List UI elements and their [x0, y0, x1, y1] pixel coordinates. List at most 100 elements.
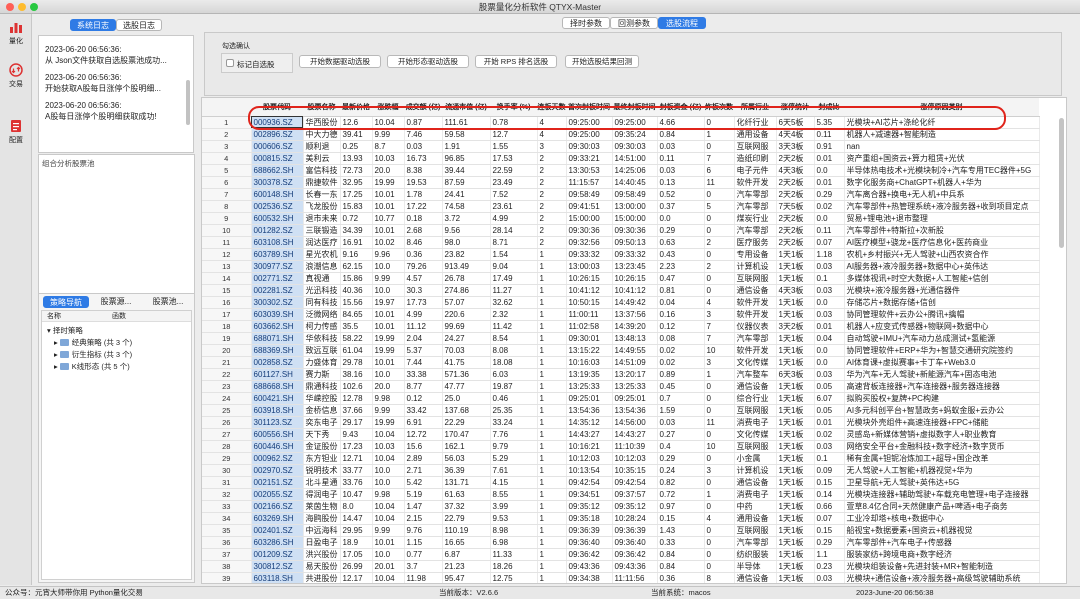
table-row[interactable]: 39 603118.SH 共进股份 12.17 10.04 11.98 95.47 12.75… [202, 572, 1040, 583]
col-name: 名称 [47, 313, 61, 320]
table-row[interactable]: 2 002896.SZ 中大力德 39.41 9.99 7.46 59.58 12.7 4 09:… [202, 128, 1040, 141]
column-header[interactable]: 最新价格 [340, 98, 372, 117]
table-cell: 1天1板 [776, 428, 815, 441]
table-cell: 协同管理软件+ERP+华为+智慧交通研究院签约 [844, 344, 1040, 357]
column-header[interactable]: 换手率 (%) [490, 98, 537, 117]
table-cell: 10.0 [372, 368, 405, 381]
table-scrollbar[interactable] [1059, 118, 1064, 248]
column-header[interactable]: 所属行业 [734, 98, 776, 117]
table-cell: 23.61 [490, 200, 538, 213]
table-cell: 11:10:39 [612, 440, 658, 453]
table-row[interactable]: 38 300812.SZ 易天股份 26.99 20.01 3.7 21.23 18.26 1 0… [202, 560, 1040, 573]
table-row[interactable]: 28 600446.SH 金证股份 17.23 10.03 15.6 162.1 9.79 1 1… [202, 440, 1040, 453]
column-header[interactable]: 流通市值 (亿) [442, 98, 490, 117]
tree-root[interactable]: ▾ 择时策略 [47, 325, 83, 336]
table-row[interactable]: 26 301123.SZ 奕东电子 29.17 19.99 6.91 22.29 33.24 1… [202, 416, 1040, 429]
table-row[interactable]: 11 603108.SH 润达医疗 16.91 10.02 8.46 98.0 8.71 2 09… [202, 236, 1040, 249]
table-row[interactable]: 27 600556.SH 天下秀 9.43 10.04 12.72 170.47 7.76 1 1… [202, 428, 1040, 441]
table-cell: 300378.SZ [251, 176, 304, 189]
table-row[interactable]: 18 603662.SH 柯力传感 35.5 10.01 11.12 99.69 11.42 1… [202, 320, 1040, 333]
table-cell: 1 [537, 368, 567, 381]
table-cell: 0.89 [657, 368, 705, 381]
table-row[interactable]: 22 601127.SH 赛力斯 38.16 10.0 33.38 571.36 6.03 1 1… [202, 368, 1040, 381]
log-scrollbar[interactable] [186, 80, 190, 125]
table-row[interactable]: 29 000962.SZ 东方钽业 12.71 10.04 2.89 56.03 5.29 1 1… [202, 452, 1040, 465]
table-cell: 3.72 [442, 212, 491, 225]
zoom-window-button[interactable] [30, 3, 38, 11]
table-cell: 10.01 [372, 200, 405, 213]
tab-strategy-nav[interactable]: 策略导航 [43, 296, 89, 308]
column-header[interactable]: 股票名称 [303, 98, 340, 117]
table-row[interactable]: 30 002970.SZ 锐明技术 33.77 10.0 2.71 36.39 7.61 1 10… [202, 464, 1040, 477]
column-header[interactable]: 股票代码 [251, 98, 303, 117]
table-row[interactable]: 35 002401.SZ 中远海科 29.95 9.99 9.76 110.19 8.98 1 0… [202, 524, 1040, 537]
table-cell: 易天股份 [303, 560, 341, 573]
table-cell: 131.71 [442, 476, 491, 489]
nav-item-config[interactable]: 配置 [0, 119, 32, 145]
table-row[interactable]: 33 002166.SZ 莱茵生物 8.0 10.04 1.47 37.32 3.99 1 09:… [202, 500, 1040, 513]
table-row[interactable]: 31 002151.SZ 北斗星通 33.76 10.0 5.42 131.71 4.15 1 0… [202, 476, 1040, 489]
table-row[interactable]: 17 603039.SH 泛微网络 84.65 10.01 4.99 220.6 2.32 1 1… [202, 308, 1040, 321]
tab-select-flow[interactable]: 选股流程 [658, 17, 706, 29]
column-header[interactable]: 首次封板时间 [566, 98, 612, 117]
table-cell: 汽车零部 [734, 224, 777, 237]
table-row[interactable]: 20 688369.SH 致远互联 61.04 19.99 5.37 70.03 8.08 1 1… [202, 344, 1040, 357]
table-row[interactable]: 5 688662.SH 富信科技 72.73 20.0 8.38 39.44 22.59 2 13… [202, 164, 1040, 177]
mark-checkbox[interactable] [226, 59, 234, 67]
table-row[interactable]: 12 603789.SH 星光农机 9.16 9.96 0.36 23.82 1.54 1 09:… [202, 248, 1040, 261]
table-row[interactable]: 34 603269.SH 海鸥股份 14.47 10.04 2.15 22.79 9.53 1 0… [202, 512, 1040, 525]
log-textarea[interactable]: 2023-06-20 06:56:36: 从 Json文件获取自选股票池成功...… [38, 35, 194, 153]
column-header[interactable]: 成交额 (亿) [404, 98, 442, 117]
table-row[interactable]: 10 001282.SZ 三联锻造 34.39 10.01 2.68 9.56 28.14 2 0… [202, 224, 1040, 237]
table-cell: 33.38 [404, 368, 443, 381]
column-header[interactable]: 连板天数 [537, 98, 566, 117]
tree-item-kline[interactable]: ▸ K线形态 (共 5 个) [54, 361, 130, 372]
table-row[interactable]: 8 002536.SZ 飞龙股份 15.83 10.01 17.22 74.58 23.61 2… [202, 200, 1040, 213]
table-row[interactable]: 32 002055.SZ 得润电子 10.47 9.98 5.19 61.63 8.55 1 09… [202, 488, 1040, 501]
table-row[interactable]: 24 600421.SH 华嵘控股 12.78 9.98 0.12 25.0 0.46 1 09:… [202, 392, 1040, 405]
table-row[interactable]: 21 002858.SZ 力盛体育 29.78 10.01 7.44 41.75 18.08 1… [202, 356, 1040, 369]
column-header[interactable]: 涨跌幅 [372, 98, 404, 117]
column-header[interactable]: 涨停统计 [776, 98, 814, 117]
table-row[interactable]: 37 001209.SZ 洪兴股份 17.05 10.0 0.77 6.87 11.33 1 09… [202, 548, 1040, 561]
tree-item-classic[interactable]: ▸ 经典策略 (共 3 个) [54, 337, 132, 348]
select-backtest-button[interactable]: 开始选股结果回测 [565, 55, 639, 68]
table-row[interactable]: 3 000606.SZ 顺利退 0.25 8.7 0.03 1.91 1.55 3 09:30:0… [202, 140, 1040, 153]
table-row[interactable]: 16 300302.SZ 同有科技 15.56 19.97 17.73 57.07 32.62… [202, 296, 1040, 309]
table-row[interactable]: 19 688071.SH 华依科技 58.22 19.99 2.04 24.27 8.54 1 0… [202, 332, 1040, 345]
tab-timing-params[interactable]: 择时参数 [562, 17, 610, 29]
table-row[interactable]: 4 000815.SZ 美利云 13.93 10.03 16.73 96.85 17.53 2 0… [202, 152, 1040, 165]
table-cell: 1 [537, 272, 567, 285]
column-header[interactable]: 炸板次数 [704, 98, 734, 117]
table-cell: 09:58:49 [612, 188, 658, 201]
table-row[interactable]: 13 300977.SZ 浪潮信息 62.15 10.0 79.26 913.49 9.04 1… [202, 260, 1040, 273]
table-row[interactable]: 9 600532.SH 退市未来 0.72 10.77 0.18 3.72 4.99 2 15:0… [202, 212, 1040, 225]
column-header[interactable]: 涨停原因类别 [844, 98, 1039, 117]
nav-item-quant[interactable]: 量化 [0, 20, 32, 46]
minimize-window-button[interactable] [18, 3, 26, 11]
table-row[interactable]: 1 000936.SZ 华西股份 12.6 10.04 0.87 111.61 0.78 4 09… [202, 116, 1040, 129]
tab-stock-source[interactable]: 股票源... [91, 296, 141, 308]
tab-stock-pool[interactable]: 股票池... [143, 296, 193, 308]
table-row[interactable]: 36 603286.SH 日盈电子 18.9 10.01 1.15 16.65 6.98 1 09… [202, 536, 1040, 549]
table-row[interactable]: 15 002281.SZ 光迅科技 40.36 10.0 30.3 274.86 11.27 1… [202, 284, 1040, 297]
close-window-button[interactable] [6, 3, 14, 11]
table-row[interactable]: 6 300378.SZ 鼎捷软件 32.95 19.99 19.53 87.59 23.49 2… [202, 176, 1040, 189]
table-cell: 自动驾驶+IMU+汽车动力总成测试+氢能源 [844, 332, 1040, 345]
tab-select-log[interactable]: 选股日志 [116, 19, 162, 31]
column-header[interactable]: 封板资金 (亿) [657, 98, 704, 117]
table-row[interactable]: 25 603918.SH 金桥信息 37.66 9.99 33.42 137.68 25.35… [202, 404, 1040, 417]
table-cell: 300977.SZ [251, 260, 304, 273]
nav-item-trade[interactable]: 交易 [0, 63, 32, 89]
column-header[interactable]: 封成比 [814, 98, 844, 117]
table-row[interactable]: 14 002771.SZ 真视通 15.86 9.99 4.57 26.78 17.49 1 10… [202, 272, 1040, 285]
data-driven-select-button[interactable]: 开始数据驱动选股 [299, 55, 381, 68]
column-header[interactable]: 最终封板时间 [612, 98, 657, 117]
pattern-driven-select-button[interactable]: 开始形态驱动选股 [387, 55, 469, 68]
table-row[interactable]: 7 600148.SH 长春一东 17.25 10.01 1.78 24.41 7.52 2 09… [202, 188, 1040, 201]
tab-system-log[interactable]: 系统日志 [70, 19, 116, 31]
tree-item-derived[interactable]: ▸ 衍生指标 (共 3 个) [54, 349, 132, 360]
tab-backtest-params[interactable]: 回测参数 [610, 17, 658, 29]
table-row[interactable]: 23 688668.SH 鼎通科技 102.6 20.0 8.77 47.77 19.87 1 1… [202, 380, 1040, 393]
rps-rank-select-button[interactable]: 开始 RPS 排名选股 [475, 55, 557, 68]
